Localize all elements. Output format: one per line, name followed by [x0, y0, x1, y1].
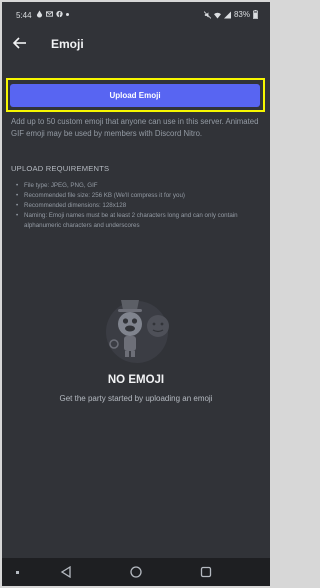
system-icons: 83% — [203, 10, 258, 19]
more-notifications-icon — [66, 13, 69, 16]
status-bar: 5:44 83% — [2, 2, 270, 28]
back-arrow-icon[interactable] — [11, 34, 29, 52]
requirements-heading: UPLOAD REQUIREMENTS — [11, 164, 110, 173]
notification-icons — [36, 10, 69, 18]
home-nav-icon[interactable] — [130, 566, 142, 578]
requirement-item: Naming: Emoji names must be at least 2 c… — [16, 211, 266, 231]
app-header: Emoji — [2, 28, 270, 60]
system-nav-bar — [2, 558, 270, 586]
back-nav-icon[interactable] — [60, 566, 72, 578]
signal-icon — [223, 11, 231, 18]
requirement-item: File type: JPEG, PNG, GIF — [16, 181, 266, 191]
app-screen: 5:44 83% Emoji Upload Emoji Add up to 50… — [2, 2, 270, 586]
battery-icon — [253, 10, 258, 19]
page-title: Emoji — [51, 37, 84, 51]
empty-state-subtitle: Get the party started by uploading an em… — [59, 394, 213, 403]
emoji-description: Add up to 50 custom emoji that anyone ca… — [11, 117, 259, 138]
gmail-icon — [46, 11, 53, 17]
upload-emoji-button[interactable]: Upload Emoji — [10, 84, 260, 107]
status-time: 5:44 — [16, 11, 32, 20]
drop-icon — [36, 10, 43, 18]
wifi-icon — [213, 12, 221, 18]
facebook-icon — [56, 10, 63, 18]
requirements-list: File type: JPEG, PNG, GIF Recommended fi… — [16, 181, 266, 231]
empty-state-title: NO EMOJI — [107, 374, 165, 386]
requirement-item: Recommended file size: 256 KB (We'll com… — [16, 191, 266, 201]
requirement-item: Recommended dimensions: 128x128 — [16, 201, 266, 211]
empty-emoji-illustration — [106, 300, 169, 363]
mute-icon — [203, 10, 211, 19]
battery-level: 83% — [233, 10, 250, 19]
nav-dot-icon — [16, 571, 19, 574]
recents-nav-icon[interactable] — [200, 566, 212, 578]
